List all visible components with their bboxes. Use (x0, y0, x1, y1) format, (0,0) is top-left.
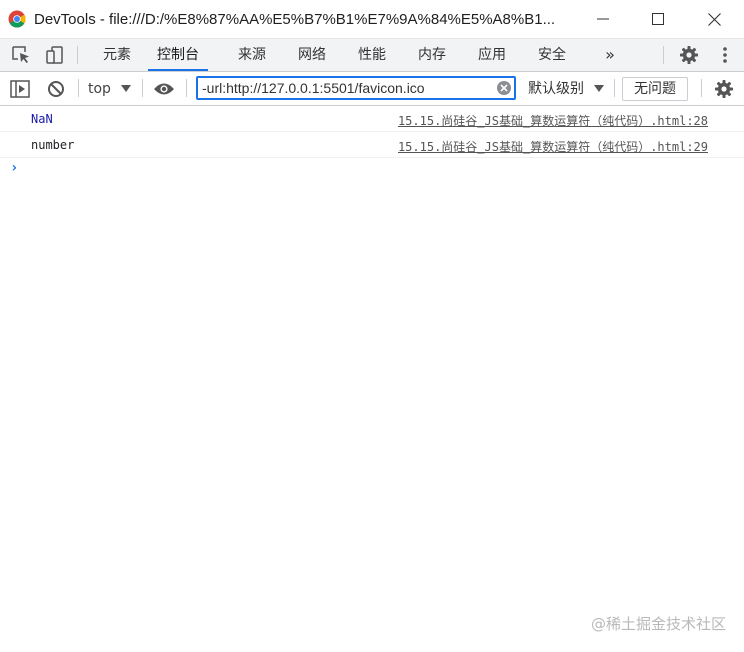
tab-elements[interactable]: 元素 (100, 39, 134, 71)
log-levels-dropdown[interactable]: 默认级别 (528, 78, 605, 100)
console-settings-button[interactable] (713, 78, 735, 100)
watermark: @稀土掘金技术社区 (590, 615, 726, 633)
customize-menu-button[interactable] (714, 44, 736, 66)
toolbar-divider (78, 79, 79, 97)
tabs-divider-right (663, 46, 664, 64)
minimize-button[interactable] (575, 0, 631, 38)
console-messages: NaN 15.15.尚硅谷_JS基础_算数运算符（纯代码）.html:28 nu… (0, 106, 744, 158)
tab-sources[interactable]: 来源 (235, 39, 269, 71)
toolbar-divider-5 (701, 79, 702, 97)
close-button[interactable] (686, 0, 742, 38)
vertical-dots-icon (723, 47, 727, 63)
maximize-icon (652, 13, 664, 25)
window-title: DevTools - file:///D:/%E8%87%AA%E5%B7%B1… (34, 10, 556, 28)
gear-icon (715, 80, 733, 98)
console-message: NaN 15.15.尚硅谷_JS基础_算数运算符（纯代码）.html:28 (0, 106, 744, 132)
title-bar: DevTools - file:///D:/%E8%87%AA%E5%B7%B1… (0, 0, 744, 39)
console-prompt[interactable]: › (10, 160, 18, 176)
console-message: number 15.15.尚硅谷_JS基础_算数运算符（纯代码）.html:29 (0, 132, 744, 158)
inspect-cursor-icon (12, 46, 29, 63)
filter-input[interactable] (198, 78, 492, 98)
gear-icon (680, 46, 698, 64)
context-selector[interactable]: top (88, 78, 132, 100)
live-expression-button[interactable] (153, 78, 175, 100)
dropdown-triangle-icon (594, 85, 605, 92)
sidebar-toggle-icon (10, 80, 30, 98)
devtools-tabs-bar: 元素 控制台 来源 网络 性能 内存 应用 安全 » (0, 39, 744, 72)
close-icon (707, 12, 721, 26)
tab-application[interactable]: 应用 (475, 39, 509, 71)
inspect-element-button[interactable] (10, 44, 32, 66)
tab-memory[interactable]: 内存 (415, 39, 449, 71)
device-toggle-icon (46, 46, 63, 64)
toolbar-divider-3 (186, 79, 187, 97)
tab-security[interactable]: 安全 (535, 39, 569, 71)
device-toolbar-button[interactable] (44, 44, 66, 66)
console-toolbar: top 默认级别 无问题 (0, 72, 744, 106)
tab-performance[interactable]: 性能 (355, 39, 389, 71)
maximize-button[interactable] (630, 0, 686, 38)
show-sidebar-button[interactable] (9, 78, 31, 100)
message-source-link[interactable]: 15.15.尚硅谷_JS基础_算数运算符（纯代码）.html:29 (398, 138, 708, 155)
toolbar-divider-2 (142, 79, 143, 97)
log-levels-label: 默认级别 (528, 81, 584, 97)
filter-box (196, 76, 516, 100)
minimize-icon (597, 18, 609, 20)
block-icon (48, 81, 64, 97)
chrome-logo-icon (8, 10, 26, 28)
issues-button[interactable]: 无问题 (622, 77, 688, 101)
message-value: NaN (31, 112, 53, 126)
clear-console-button[interactable] (45, 78, 67, 100)
tab-console[interactable]: 控制台 (148, 39, 208, 71)
message-source-link[interactable]: 15.15.尚硅谷_JS基础_算数运算符（纯代码）.html:28 (398, 112, 708, 129)
eye-icon (154, 83, 174, 95)
dropdown-triangle-icon (121, 85, 132, 92)
more-tabs-button[interactable]: » (598, 39, 622, 71)
context-label: top (88, 81, 111, 97)
message-value: number (31, 138, 75, 152)
tab-network[interactable]: 网络 (295, 39, 329, 71)
tabs-divider (77, 46, 78, 64)
clear-filter-icon[interactable] (496, 80, 512, 96)
settings-button[interactable] (678, 44, 700, 66)
toolbar-divider-4 (614, 79, 615, 97)
